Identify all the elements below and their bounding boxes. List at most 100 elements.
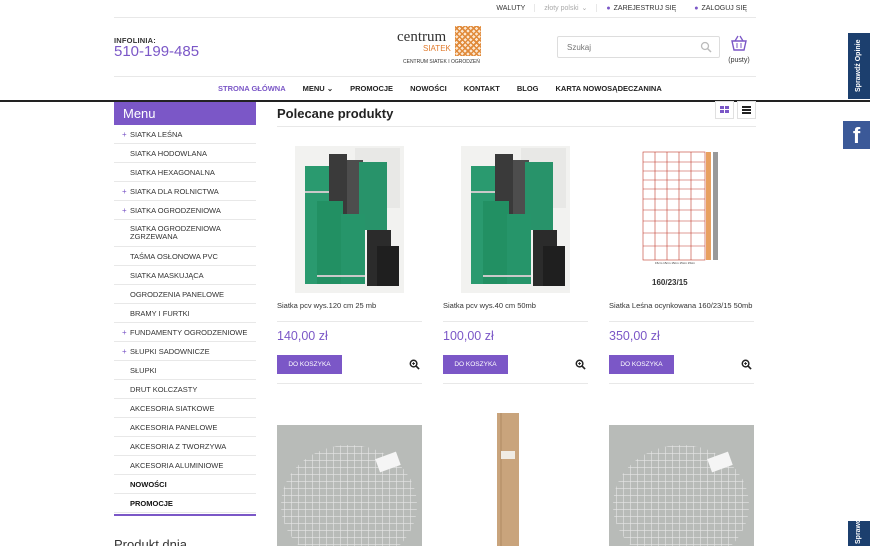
currency-selector[interactable]: WALUTY xyxy=(487,4,534,12)
user-plus-icon: ● xyxy=(606,4,611,12)
nav-item-home[interactable]: STRONA GŁÓWNA xyxy=(218,84,286,93)
plus-icon[interactable]: + xyxy=(122,347,127,356)
sidebar-item-label: PROMOCJE xyxy=(130,498,173,508)
zoom-icon[interactable] xyxy=(409,359,420,370)
add-to-cart-button[interactable]: DO KOSZYKA xyxy=(277,355,342,374)
opinie-tab[interactable]: Sprawdź Opinie xyxy=(848,33,870,99)
sidebar-item-akcesoria-panelowe[interactable]: AKCESORIA PANELOWE xyxy=(114,418,256,437)
sidebar-item-label: SŁUPKI SADOWNICZE xyxy=(130,346,210,356)
sidebar-item-siatka-ogrodzeniowa-zgrzewana[interactable]: SIATKA OGRODZENIOWA ZGRZEWANA xyxy=(114,220,256,247)
register-label: ZAREJESTRUJ SIĘ xyxy=(613,4,677,12)
product-card: 15cm 15cm 15cm 15cm 15cm 160/23/15 Siatk… xyxy=(609,146,754,384)
search-icon[interactable] xyxy=(700,41,712,53)
plus-icon[interactable]: + xyxy=(122,328,127,337)
divider xyxy=(277,383,422,384)
sidebar-item-slupki[interactable]: SŁUPKI xyxy=(114,361,256,380)
product-name[interactable]: Siatka pcv wys.120 cm 25 mb xyxy=(277,301,422,319)
nav-item-nowosci[interactable]: NOWOŚCI xyxy=(410,84,447,93)
product-image[interactable] xyxy=(609,425,754,546)
nav-item-karta[interactable]: KARTA NOWOSĄDECZANINA xyxy=(556,84,662,93)
sidebar-item-akcesoria-z-tworzywa[interactable]: AKCESORIA Z TWORZYWA xyxy=(114,437,256,456)
product-image[interactable] xyxy=(443,413,588,546)
product-photo-pvc-rolls xyxy=(295,146,404,293)
language-label: złoty polski xyxy=(544,4,579,12)
divider xyxy=(609,321,754,322)
logo-tagline: CENTRUM SIATEK I OGRODZEŃ xyxy=(403,59,480,65)
product-image[interactable] xyxy=(277,146,422,293)
sidebar-item-siatka-hodowlana[interactable]: SIATKA HODOWLANA xyxy=(114,144,256,163)
divider xyxy=(443,321,588,322)
sidebar-item-slupki-sadownicze[interactable]: + SŁUPKI SADOWNICZE xyxy=(114,342,256,361)
sidebar-item-tasma-oslonowa[interactable]: TAŚMA OSŁONOWA PVC xyxy=(114,247,256,266)
sidebar-item-siatka-hexagonalna[interactable]: SIATKA HEXAGONALNA xyxy=(114,163,256,182)
product-card: Siatka pcv wys.40 cm 50mb 100,00 zł DO K… xyxy=(443,146,588,384)
nav-item-kontakt[interactable]: KONTAKT xyxy=(464,84,500,93)
sidebar-item-ogrodzenia-panelowe[interactable]: OGRODZENIA PANELOWE xyxy=(114,285,256,304)
product-image[interactable]: 15cm 15cm 15cm 15cm 15cm 160/23/15 xyxy=(609,146,754,293)
sidebar-item-drut-kolczasty[interactable]: DRUT KOLCZASTY xyxy=(114,380,256,399)
sidebar-item-label: SŁUPKI xyxy=(130,365,157,375)
zoom-icon[interactable] xyxy=(741,359,752,370)
sidebar-item-siatka-dla-rolnictwa[interactable]: + SIATKA DLA ROLNICTWA xyxy=(114,182,256,201)
chevron-down-icon: ⌄ xyxy=(326,84,334,93)
phone-number[interactable]: 510-199-485 xyxy=(114,43,199,60)
product-name[interactable]: Siatka pcv wys.40 cm 50mb xyxy=(443,301,588,319)
product-image[interactable] xyxy=(277,425,422,546)
plus-icon[interactable]: + xyxy=(122,187,127,196)
sidebar-item-bramy-furtki[interactable]: BRAMY I FURTKI xyxy=(114,304,256,323)
zoom-icon[interactable] xyxy=(575,359,586,370)
sidebar-item-label: SIATKA MASKUJĄCA xyxy=(130,270,204,280)
facebook-icon[interactable]: f xyxy=(843,121,870,149)
product-card xyxy=(609,425,754,546)
grid-view-button[interactable] xyxy=(715,101,734,119)
plus-icon[interactable]: + xyxy=(122,130,127,139)
sidebar-item-siatka-ogrodzeniowa[interactable]: + SIATKA OGRODZENIOWA xyxy=(114,201,256,220)
sidebar-item-label: SIATKA DLA ROLNICTWA xyxy=(130,186,219,196)
cart-button[interactable]: (pusty) xyxy=(726,35,752,64)
add-to-cart-button[interactable]: DO KOSZYKA xyxy=(609,355,674,374)
opinie-tab-bottom[interactable]: Sprawdź Opinie xyxy=(848,521,870,546)
add-to-cart-button[interactable]: DO KOSZYKA xyxy=(443,355,508,374)
product-image[interactable] xyxy=(443,146,588,293)
login-label: ZALOGUJ SIĘ xyxy=(701,4,747,12)
logo-word-siatek: SIATEK xyxy=(423,44,451,53)
product-photo-tube xyxy=(471,413,567,546)
sidebar-item-akcesoria-siatkowe[interactable]: AKCESORIA SIATKOWE xyxy=(114,399,256,418)
sidebar-item-siatka-maskujaca[interactable]: SIATKA MASKUJĄCA xyxy=(114,266,256,285)
site-logo[interactable]: centrum SIATEK CENTRUM SIATEK I OGRODZEŃ xyxy=(397,26,481,68)
sidebar-item-promocje[interactable]: PROMOCJE xyxy=(114,494,256,513)
sidebar-item-label: TAŚMA OSŁONOWA PVC xyxy=(130,251,218,261)
product-price: 100,00 zł xyxy=(443,329,494,343)
sidebar-item-akcesoria-aluminiowe[interactable]: AKCESORIA ALUMINIOWE xyxy=(114,456,256,475)
product-price: 350,00 zł xyxy=(609,329,660,343)
nav-item-menu-label: MENU xyxy=(302,84,325,93)
plus-icon[interactable]: + xyxy=(122,206,127,215)
sidebar-item-label: NOWOŚCI xyxy=(130,479,167,489)
register-link[interactable]: ● ZAREJESTRUJ SIĘ xyxy=(597,4,685,12)
top-bar: WALUTY złoty polski ⌄ ● ZAREJESTRUJ SIĘ … xyxy=(114,0,756,18)
nav-item-blog[interactable]: BLOG xyxy=(517,84,539,93)
product-photo-welded-mesh-roll xyxy=(277,425,422,546)
sidebar-item-label: BRAMY I FURTKI xyxy=(130,308,190,318)
product-photo-welded-mesh-roll xyxy=(609,425,754,546)
divider xyxy=(609,383,754,384)
basket-icon xyxy=(731,35,747,51)
image-caption: 160/23/15 xyxy=(652,278,688,287)
svg-text:15cm 15cm 15cm 15cm 15cm: 15cm 15cm 15cm 15cm 15cm xyxy=(655,261,696,265)
sidebar-item-siatka-lesna[interactable]: + SIATKA LEŚNA xyxy=(114,125,256,144)
sidebar-item-nowosci[interactable]: NOWOŚCI xyxy=(114,475,256,494)
sidebar-item-label: AKCESORIA Z TWORZYWA xyxy=(130,441,227,451)
product-card xyxy=(443,413,588,546)
nav-item-menu[interactable]: MENU ⌄ xyxy=(303,84,333,93)
cart-status: (pusty) xyxy=(728,57,750,64)
page-title: Polecane produkty xyxy=(277,106,394,121)
product-name[interactable]: Siatka Leśna ocynkowana 160/23/15 50mb xyxy=(609,301,754,319)
sidebar-item-label: AKCESORIA SIATKOWE xyxy=(130,403,215,413)
search-input[interactable] xyxy=(567,43,687,52)
sidebar-item-label: FUNDAMENTY OGRODZENIOWE xyxy=(130,327,248,337)
list-view-button[interactable] xyxy=(737,101,756,119)
nav-item-promocje[interactable]: PROMOCJE xyxy=(350,84,393,93)
language-selector[interactable]: złoty polski ⌄ xyxy=(534,4,598,12)
login-link[interactable]: ● ZALOGUJ SIĘ xyxy=(685,4,756,12)
sidebar-item-fundamenty[interactable]: + FUNDAMENTY OGRODZENIOWE xyxy=(114,323,256,342)
